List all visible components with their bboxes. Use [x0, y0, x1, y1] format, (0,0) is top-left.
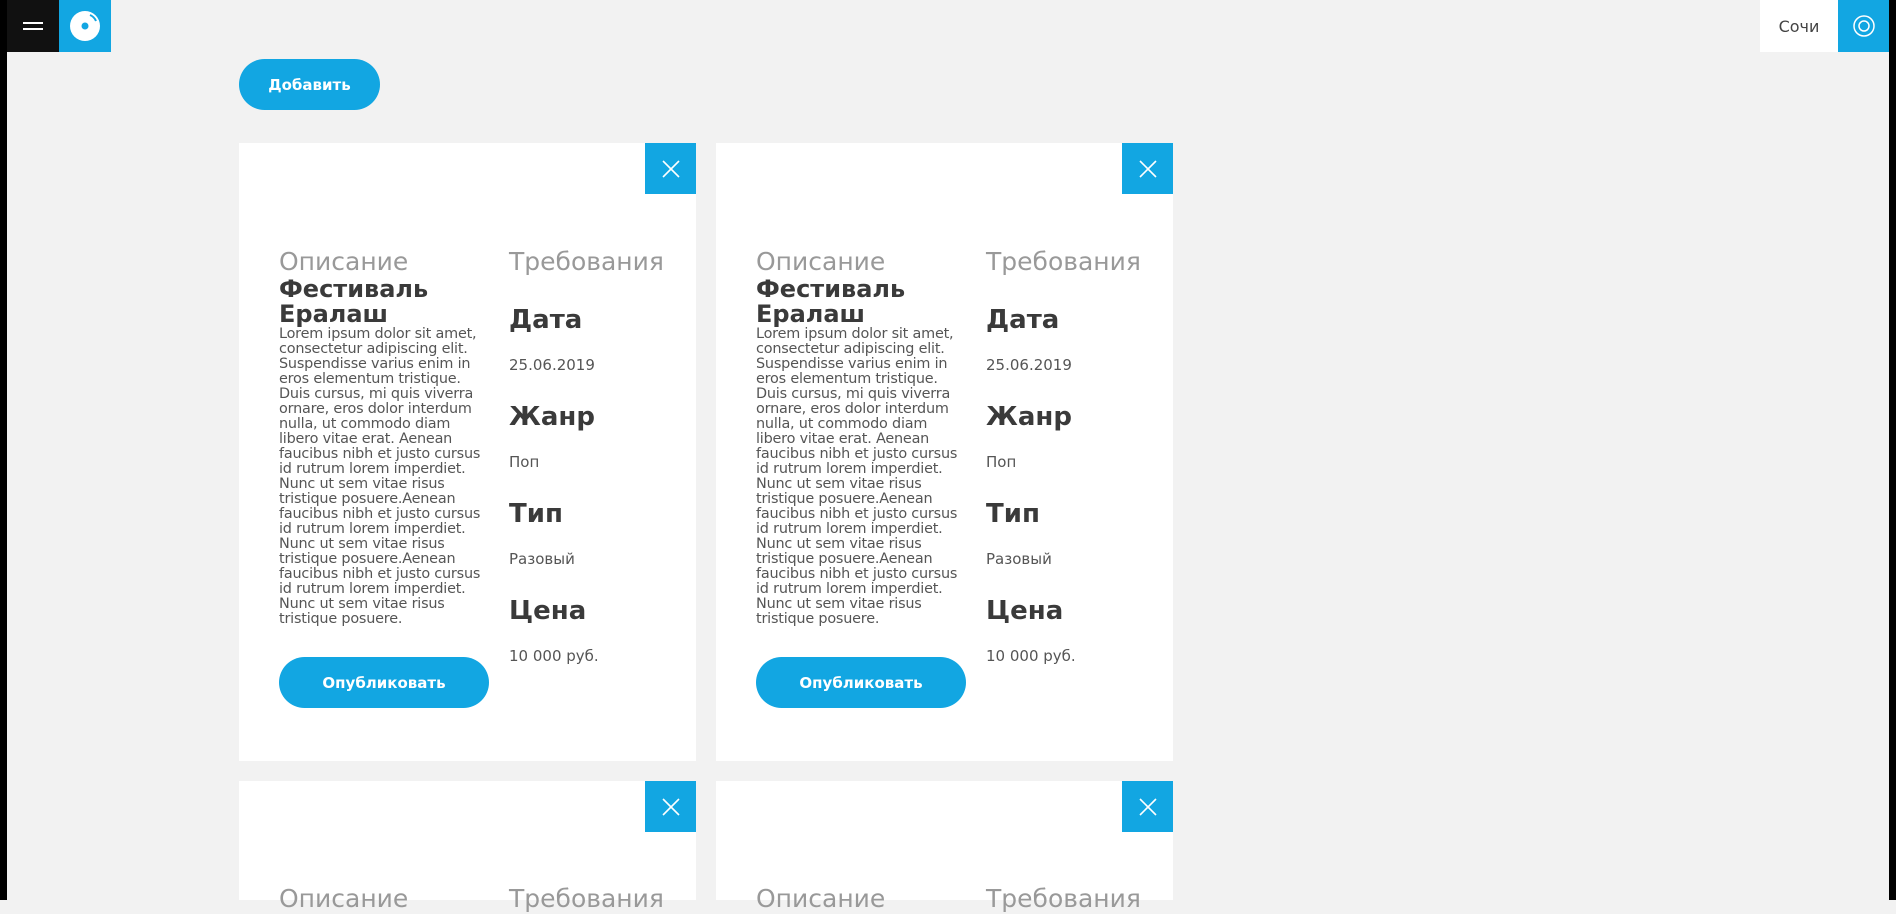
description-heading: Описание — [279, 247, 409, 276]
genre-value: Поп — [509, 453, 540, 471]
genre-label: Жанр — [986, 402, 1072, 432]
type-value: Разовый — [986, 550, 1052, 568]
close-card-button[interactable] — [645, 143, 696, 194]
genre-value: Поп — [986, 453, 1017, 471]
requirements-column: Требования Дата 25.06.2019 Жанр Поп Тип … — [509, 247, 689, 666]
right-edge-bar — [1889, 0, 1896, 900]
description-heading: Описание — [756, 884, 886, 913]
date-label: Дата — [509, 305, 583, 335]
requirements-column: Требования — [986, 884, 1166, 914]
add-button[interactable]: Добавить — [239, 59, 380, 110]
type-label: Тип — [986, 499, 1040, 529]
type-value: Разовый — [509, 550, 575, 568]
description-column: Описание Фестиваль Ералаш Lorem ipsum do… — [756, 247, 968, 627]
date-label: Дата — [986, 305, 1060, 335]
price-value: 10 000 руб. — [986, 647, 1076, 665]
price-label: Цена — [509, 596, 587, 626]
price-value: 10 000 руб. — [509, 647, 599, 665]
requirements-heading: Требования — [509, 884, 664, 913]
close-icon — [661, 159, 680, 178]
event-card: Описание Требования — [716, 781, 1173, 913]
event-description: Lorem ipsum dolor sit amet, consectetur … — [756, 326, 958, 627]
requirements-heading: Требования — [509, 247, 664, 276]
menu-button[interactable] — [7, 0, 59, 52]
close-card-button[interactable] — [645, 781, 696, 832]
profile-button[interactable] — [1838, 0, 1889, 52]
description-heading: Описание — [279, 884, 409, 913]
requirements-column: Требования Дата 25.06.2019 Жанр Поп Тип … — [986, 247, 1166, 666]
city-label: Сочи — [1778, 16, 1820, 36]
requirements-heading: Требования — [986, 247, 1141, 276]
hamburger-icon-line — [23, 28, 43, 30]
profile-ring-icon — [1852, 15, 1875, 37]
event-card: Описание Требования — [239, 781, 696, 913]
left-edge-bar — [0, 0, 7, 900]
requirements-column: Требования — [509, 884, 689, 914]
close-icon — [1138, 797, 1157, 816]
genre-label: Жанр — [509, 402, 595, 432]
event-title: Фестиваль Ералаш — [756, 275, 906, 328]
event-card: Описание Фестиваль Ералаш Lorem ipsum do… — [239, 143, 696, 761]
date-value: 25.06.2019 — [986, 356, 1072, 374]
close-icon — [1138, 159, 1157, 178]
type-label: Тип — [509, 499, 563, 529]
close-card-button[interactable] — [1122, 781, 1173, 832]
close-icon — [661, 797, 680, 816]
date-value: 25.06.2019 — [509, 356, 595, 374]
description-column: Описание Фестиваль Ералаш Lorem ipsum do… — [279, 247, 491, 627]
city-selector[interactable]: Сочи — [1760, 0, 1838, 52]
publish-button[interactable]: Опубликовать — [756, 657, 966, 708]
disc-logo-icon — [70, 11, 100, 41]
description-column: Описание — [279, 884, 491, 914]
event-title: Фестиваль Ералаш — [279, 275, 429, 328]
logo-button[interactable] — [59, 0, 111, 52]
description-heading: Описание — [756, 247, 886, 276]
description-column: Описание — [756, 884, 968, 914]
event-card: Описание Фестиваль Ералаш Lorem ipsum do… — [716, 143, 1173, 761]
requirements-heading: Требования — [986, 884, 1141, 913]
event-description: Lorem ipsum dolor sit amet, consectetur … — [279, 326, 481, 627]
publish-button[interactable]: Опубликовать — [279, 657, 489, 708]
price-label: Цена — [986, 596, 1064, 626]
close-card-button[interactable] — [1122, 143, 1173, 194]
hamburger-icon — [23, 22, 43, 24]
